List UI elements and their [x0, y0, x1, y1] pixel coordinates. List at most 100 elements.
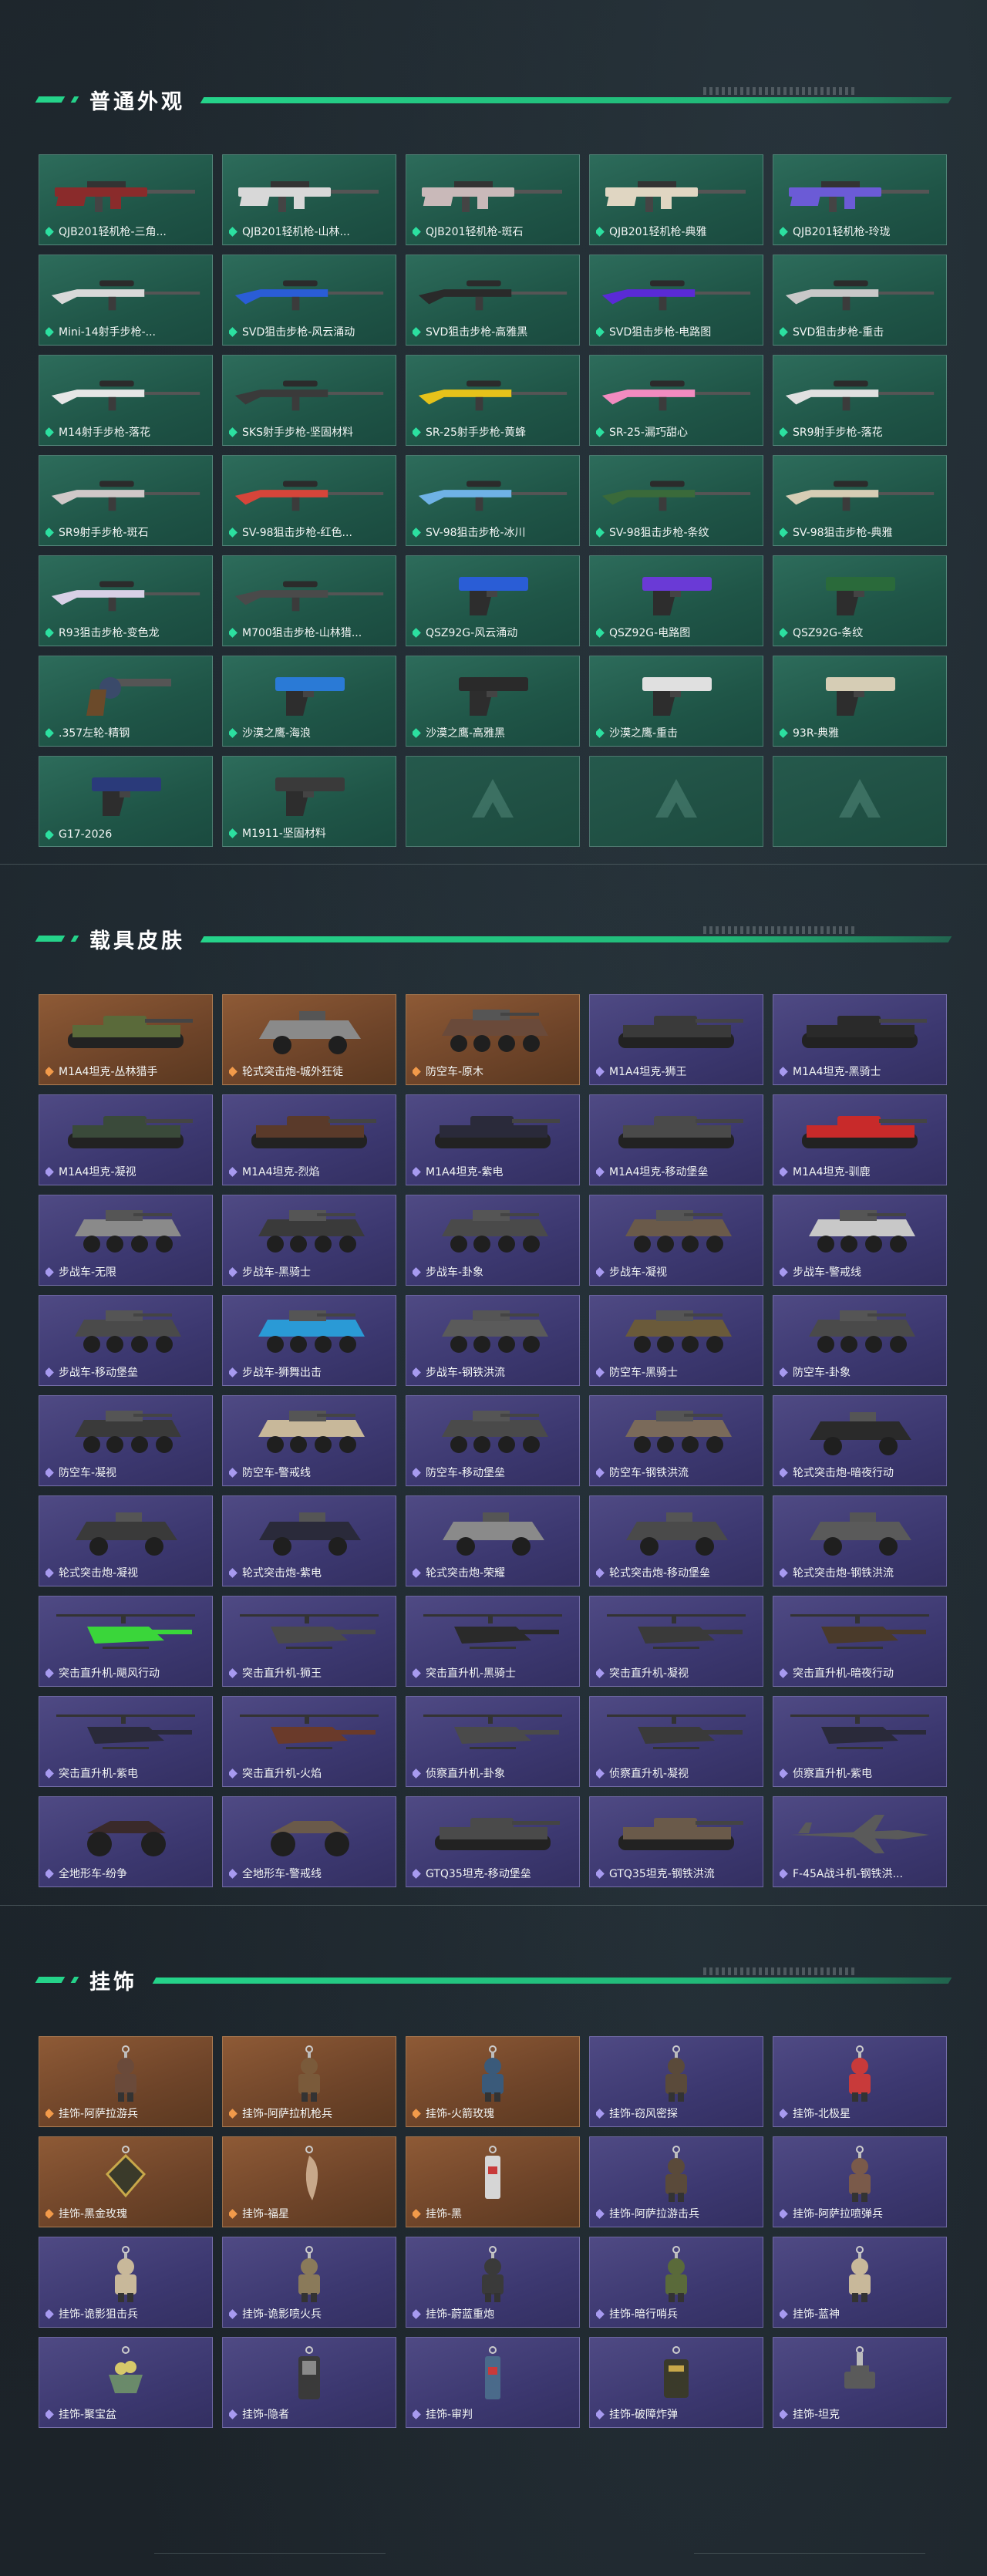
skin-card[interactable]: SR-25射手步枪-黄蜂 — [406, 355, 580, 446]
skin-card[interactable]: 突击直升机-狮王 — [222, 1596, 396, 1687]
skin-card[interactable]: QJB201轻机枪-斑石 — [406, 154, 580, 245]
skin-card[interactable]: 突击直升机-暗夜行动 — [773, 1596, 947, 1687]
skin-card[interactable]: 侦察直升机-凝视 — [589, 1696, 763, 1787]
skin-card[interactable]: SR-25-漏巧甜心 — [589, 355, 763, 446]
skin-card[interactable]: SVD狙击步枪-电路图 — [589, 255, 763, 346]
skin-card[interactable]: 挂饰-蔚蓝重炮 — [406, 2237, 580, 2328]
skin-card[interactable]: 沙漠之鹰-重击 — [589, 656, 763, 747]
skin-card[interactable]: 防空车-警戒线 — [222, 1395, 396, 1486]
sniper-rifle-icon — [47, 365, 204, 420]
skin-card[interactable]: 突击直升机-火焰 — [222, 1696, 396, 1787]
skin-card[interactable]: 步战车-警戒线 — [773, 1195, 947, 1286]
skin-card[interactable]: 挂饰-隐者 — [222, 2337, 396, 2428]
skin-card[interactable]: QJB201轻机枪-三角... — [39, 154, 213, 245]
skin-card[interactable]: 步战车-凝视 — [589, 1195, 763, 1286]
skin-card[interactable]: F-45A战斗机-钢铁洪... — [773, 1796, 947, 1887]
skin-card[interactable]: QJB201轻机枪-山林... — [222, 154, 396, 245]
skin-card[interactable]: 轮式突击炮-城外狂徒 — [222, 994, 396, 1085]
skin-card[interactable]: 挂饰-北极星 — [773, 2036, 947, 2127]
skin-card[interactable]: 步战车-无限 — [39, 1195, 213, 1286]
skin-card[interactable]: 步战车-钢铁洪流 — [406, 1295, 580, 1386]
skin-card[interactable]: 挂饰-阿萨拉游击兵 — [589, 2136, 763, 2227]
skin-card[interactable]: 步战车-黑骑士 — [222, 1195, 396, 1286]
skin-card[interactable]: 挂饰-阿萨拉游兵 — [39, 2036, 213, 2127]
skin-card[interactable]: 轮式突击炮-暗夜行动 — [773, 1395, 947, 1486]
skin-card[interactable]: 挂饰-蓝神 — [773, 2237, 947, 2328]
skin-card[interactable]: M14射手步枪-落花 — [39, 355, 213, 446]
skin-card[interactable]: 防空车-原木 — [406, 994, 580, 1085]
skin-card[interactable]: 挂饰-诡影喷火兵 — [222, 2237, 396, 2328]
skin-card[interactable]: 挂饰-黑金玫瑰 — [39, 2136, 213, 2227]
skin-card[interactable]: SV-98狙击步枪-红色... — [222, 455, 396, 546]
skin-card[interactable]: 挂饰-福星 — [222, 2136, 396, 2227]
skin-card[interactable]: M1A4坦克-移动堡垒 — [589, 1094, 763, 1185]
skin-card[interactable]: QSZ92G-风云涌动 — [406, 555, 580, 646]
skin-card[interactable]: QJB201轻机枪-玲珑 — [773, 154, 947, 245]
skin-card[interactable]: 挂饰-审判 — [406, 2337, 580, 2428]
skin-card[interactable]: SVD狙击步枪-重击 — [773, 255, 947, 346]
skin-card[interactable]: 突击直升机-飓风行动 — [39, 1596, 213, 1687]
skin-card[interactable]: M700狙击步枪-山林猎... — [222, 555, 396, 646]
skin-card[interactable]: R93狙击步枪-变色龙 — [39, 555, 213, 646]
skin-card[interactable]: 防空车-钢铁洪流 — [589, 1395, 763, 1486]
rarity-diamond-icon — [413, 1868, 421, 1879]
skin-card[interactable]: M1A4坦克-狮王 — [589, 994, 763, 1085]
skin-card[interactable]: SV-98狙击步枪-典雅 — [773, 455, 947, 546]
skin-card[interactable]: 步战车-移动堡垒 — [39, 1295, 213, 1386]
skin-card[interactable]: 挂饰-聚宝盆 — [39, 2337, 213, 2428]
skin-card[interactable]: M1A4坦克-凝视 — [39, 1094, 213, 1185]
rifle-icon — [414, 164, 571, 220]
skin-card[interactable]: 挂饰-火箭玫瑰 — [406, 2036, 580, 2127]
skin-card[interactable]: 侦察直升机-紫电 — [773, 1696, 947, 1787]
skin-card[interactable]: 全地形车-警戒线 — [222, 1796, 396, 1887]
skin-card[interactable]: SV-98狙击步枪-冰川 — [406, 455, 580, 546]
skin-card[interactable]: SVD狙击步枪-风云涌动 — [222, 255, 396, 346]
skin-card[interactable]: GTQ35坦克-钢铁洪流 — [589, 1796, 763, 1887]
skin-card[interactable]: 轮式突击炮-紫电 — [222, 1495, 396, 1586]
skin-card[interactable]: 防空车-卦象 — [773, 1295, 947, 1386]
skin-card[interactable]: 步战车-狮舞出击 — [222, 1295, 396, 1386]
skin-card[interactable]: SV-98狙击步枪-条纹 — [589, 455, 763, 546]
skin-card[interactable]: 步战车-卦象 — [406, 1195, 580, 1286]
skin-card[interactable]: 侦察直升机-卦象 — [406, 1696, 580, 1787]
skin-card[interactable]: .357左轮-精钢 — [39, 656, 213, 747]
skin-card[interactable]: M1A4坦克-丛林猎手 — [39, 994, 213, 1085]
skin-card[interactable]: 挂饰-窃风密探 — [589, 2036, 763, 2127]
skin-card[interactable]: 防空车-移动堡垒 — [406, 1395, 580, 1486]
skin-card[interactable]: 防空车-凝视 — [39, 1395, 213, 1486]
skin-card[interactable]: QJB201轻机枪-典雅 — [589, 154, 763, 245]
skin-card[interactable]: 全地形车-纷争 — [39, 1796, 213, 1887]
skin-card[interactable]: 沙漠之鹰-高雅黑 — [406, 656, 580, 747]
skin-card[interactable]: 挂饰-坦克 — [773, 2337, 947, 2428]
skin-card[interactable]: Mini-14射手步枪-... — [39, 255, 213, 346]
skin-card[interactable]: SR9射手步枪-斑石 — [39, 455, 213, 546]
skin-card[interactable]: SVD狙击步枪-高雅黑 — [406, 255, 580, 346]
skin-card[interactable]: 93R-典雅 — [773, 656, 947, 747]
skin-card[interactable]: QSZ92G-条纹 — [773, 555, 947, 646]
skin-card[interactable]: 挂饰-诡影狙击兵 — [39, 2237, 213, 2328]
skin-card[interactable]: SKS射手步枪-坚固材料 — [222, 355, 396, 446]
skin-card[interactable]: 挂饰-暗行哨兵 — [589, 2237, 763, 2328]
skin-card[interactable]: 挂饰-破障炸弹 — [589, 2337, 763, 2428]
skin-card[interactable]: 突击直升机-凝视 — [589, 1596, 763, 1687]
skin-card[interactable]: G17-2026 — [39, 756, 213, 847]
skin-card[interactable]: GTQ35坦克-移动堡垒 — [406, 1796, 580, 1887]
skin-card[interactable]: 挂饰-阿萨拉喷弹兵 — [773, 2136, 947, 2227]
skin-card[interactable]: 轮式突击炮-移动堡垒 — [589, 1495, 763, 1586]
skin-card[interactable]: 挂饰-黑 — [406, 2136, 580, 2227]
skin-card[interactable]: M1A4坦克-紫电 — [406, 1094, 580, 1185]
skin-card[interactable]: QSZ92G-电路图 — [589, 555, 763, 646]
skin-card[interactable]: 轮式突击炮-钢铁洪流 — [773, 1495, 947, 1586]
skin-card[interactable]: M1A4坦克-烈焰 — [222, 1094, 396, 1185]
skin-card[interactable]: 沙漠之鹰-海浪 — [222, 656, 396, 747]
skin-card[interactable]: 轮式突击炮-凝视 — [39, 1495, 213, 1586]
skin-card[interactable]: SR9射手步枪-落花 — [773, 355, 947, 446]
skin-card[interactable]: M1911-坚固材料 — [222, 756, 396, 847]
skin-card[interactable]: 挂饰-阿萨拉机枪兵 — [222, 2036, 396, 2127]
skin-card[interactable]: 突击直升机-紫电 — [39, 1696, 213, 1787]
skin-card[interactable]: 轮式突击炮-荣耀 — [406, 1495, 580, 1586]
skin-card[interactable]: 突击直升机-黑骑士 — [406, 1596, 580, 1687]
skin-card[interactable]: M1A4坦克-驯鹿 — [773, 1094, 947, 1185]
skin-card[interactable]: M1A4坦克-黑骑士 — [773, 994, 947, 1085]
skin-card[interactable]: 防空车-黑骑士 — [589, 1295, 763, 1386]
